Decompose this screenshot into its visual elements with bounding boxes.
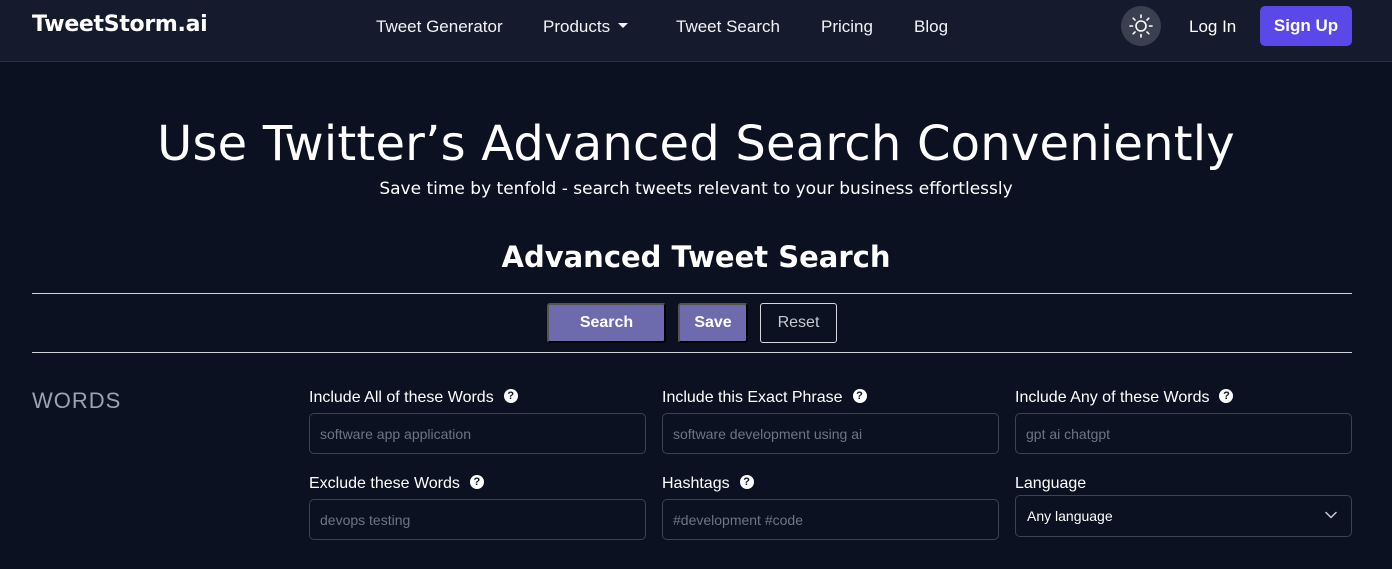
language-selected-value: Any language: [1027, 508, 1113, 524]
reset-button[interactable]: Reset: [760, 303, 837, 343]
help-icon[interactable]: ?: [1219, 389, 1234, 403]
nav-blog[interactable]: Blog: [914, 17, 948, 37]
exact-phrase-label: Include this Exact Phrase?: [662, 389, 867, 407]
divider-bottom: [32, 352, 1352, 353]
include-any-input[interactable]: [1015, 413, 1352, 454]
hashtags-label-text: Hashtags: [662, 475, 730, 492]
hashtags-input[interactable]: [662, 499, 999, 540]
login-link[interactable]: Log In: [1189, 17, 1236, 37]
search-section-title: Advanced Tweet Search: [501, 240, 891, 274]
signup-button[interactable]: Sign Up: [1260, 6, 1352, 46]
divider-top: [32, 293, 1352, 294]
help-icon[interactable]: ?: [852, 389, 867, 403]
include-any-label-text: Include Any of these Words: [1015, 389, 1210, 406]
nav-tweet-search[interactable]: Tweet Search: [676, 17, 780, 37]
help-icon[interactable]: ?: [503, 389, 518, 403]
hashtags-label: Hashtags?: [662, 475, 754, 493]
chevron-down-icon: [618, 23, 629, 29]
exact-phrase-input[interactable]: [662, 413, 999, 454]
nav-tweet-generator[interactable]: Tweet Generator: [376, 17, 503, 37]
brand-logo[interactable]: TweetStorm.ai: [32, 12, 208, 37]
include-all-input[interactable]: [309, 413, 646, 454]
nav-pricing[interactable]: Pricing: [821, 17, 873, 37]
help-icon[interactable]: ?: [469, 475, 484, 489]
hero-subtitle: Save time by tenfold - search tweets rel…: [379, 179, 1013, 199]
exclude-label-text: Exclude these Words: [309, 475, 460, 492]
include-all-label: Include All of these Words?: [309, 389, 518, 407]
exclude-input[interactable]: [309, 499, 646, 540]
theme-toggle-button[interactable]: [1121, 6, 1161, 46]
sun-icon: [1129, 14, 1153, 38]
include-all-label-text: Include All of these Words: [309, 389, 494, 406]
words-group-label: WORDS: [32, 388, 122, 413]
nav-products[interactable]: Products: [543, 17, 629, 37]
hero-title: Use Twitter’s Advanced Search Convenient…: [157, 116, 1235, 172]
include-any-label: Include Any of these Words?: [1015, 389, 1234, 407]
search-button[interactable]: Search: [547, 303, 666, 343]
navbar: TweetStorm.ai Tweet Generator Products T…: [0, 0, 1392, 62]
chevron-down-icon: [1325, 511, 1337, 519]
save-button[interactable]: Save: [678, 303, 748, 343]
language-label: Language: [1015, 475, 1087, 492]
exact-phrase-label-text: Include this Exact Phrase: [662, 389, 843, 406]
exclude-label: Exclude these Words?: [309, 475, 484, 493]
nav-products-label: Products: [543, 17, 611, 36]
help-icon[interactable]: ?: [739, 475, 754, 489]
language-select[interactable]: Any language: [1015, 495, 1352, 537]
